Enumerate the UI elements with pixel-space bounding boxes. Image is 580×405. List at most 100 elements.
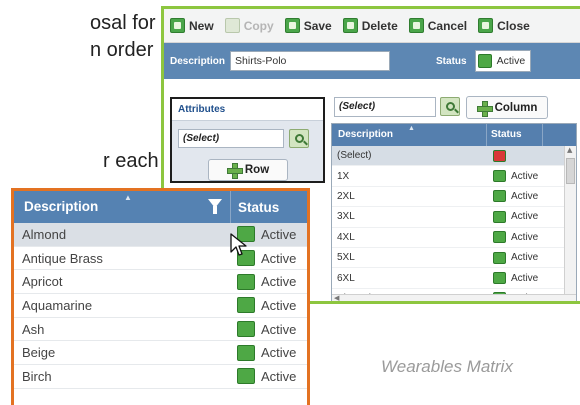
- option-status-label: Active: [511, 170, 539, 182]
- delete-button-label: Delete: [361, 18, 398, 33]
- status-none-icon: [493, 149, 506, 162]
- attributes-panel: Attributes (Select) Row: [170, 97, 325, 183]
- row-description: Birch: [22, 368, 52, 384]
- copy-icon: [224, 18, 240, 33]
- dropdown-option[interactable]: (Select): [332, 146, 576, 167]
- close-button-label: Close: [497, 18, 530, 33]
- sort-ascending-icon: ▲: [408, 125, 415, 132]
- option-description: 1X: [337, 170, 350, 182]
- column-attribute-select[interactable]: (Select): [334, 97, 436, 117]
- description-bar: Description Shirts-Polo Status Active: [164, 43, 580, 79]
- dropdown-option[interactable]: 4XL Active: [332, 228, 576, 248]
- new-button[interactable]: New: [170, 18, 214, 33]
- option-description: 6XL: [337, 272, 355, 284]
- status-active-icon: [477, 54, 492, 68]
- copy-button[interactable]: Copy: [224, 18, 274, 33]
- scroll-up-icon[interactable]: ▲: [567, 146, 572, 154]
- scrollbar-thumb[interactable]: [566, 158, 575, 184]
- zoomed-grid-panel: ▲ Description Status Almond Active Antique…: [11, 188, 310, 405]
- status-label: Status: [436, 55, 467, 67]
- table-row[interactable]: Beige Active: [14, 341, 307, 366]
- option-status: Active: [487, 251, 557, 264]
- row-status: Active: [231, 273, 297, 290]
- dropdown-list: (Select) 1X Active 2XL Active 3XL Active 4XL Act…: [332, 146, 576, 301]
- plus-icon: [476, 100, 493, 117]
- option-status-label: Active: [511, 190, 539, 202]
- horizontal-scrollbar[interactable]: ◀: [332, 294, 576, 301]
- option-status: Active: [487, 272, 557, 285]
- description-field[interactable]: Shirts-Polo: [230, 51, 391, 71]
- option-description: (Select): [337, 150, 372, 162]
- option-status-label: Active: [511, 252, 539, 264]
- status-active-icon: [237, 273, 255, 290]
- option-status: Active: [487, 190, 557, 203]
- save-button-label: Save: [303, 18, 332, 33]
- row-status: Active: [231, 297, 296, 314]
- row-description: Antique Brass: [22, 250, 103, 266]
- option-status: Active: [487, 210, 557, 223]
- dropdown-option[interactable]: 2XL Active: [332, 187, 576, 208]
- add-column-button[interactable]: Column: [466, 96, 548, 119]
- background-text-line: r each: [103, 150, 159, 172]
- column-header-description[interactable]: ▲ Description: [332, 124, 487, 146]
- figure-caption: Wearables Matrix: [381, 357, 513, 376]
- row-description: Beige: [22, 345, 56, 361]
- row-search-button[interactable]: [289, 129, 309, 148]
- status-field[interactable]: Active: [474, 50, 531, 72]
- row-description: Apricot: [22, 274, 63, 290]
- filter-icon[interactable]: [208, 199, 222, 215]
- option-status-label: Active: [511, 272, 539, 284]
- column-header-status[interactable]: Status: [231, 192, 286, 223]
- column-options-dropdown: ▲ Description Status (Select) 1X Active 2XL…: [331, 123, 577, 301]
- status-active-icon: [237, 297, 255, 314]
- toolbar: New Copy Save Delete Cancel Close: [164, 9, 580, 43]
- save-button[interactable]: Save: [284, 18, 332, 33]
- table-row[interactable]: Aquamarine Active: [14, 294, 307, 318]
- search-icon: [445, 102, 455, 111]
- column-search-button[interactable]: [440, 97, 460, 116]
- row-attribute-select[interactable]: (Select): [178, 129, 284, 148]
- dropdown-option[interactable]: 3XL Active: [332, 207, 576, 228]
- dropdown-option[interactable]: 6XL Active: [332, 268, 576, 289]
- option-description: 2XL: [337, 190, 355, 202]
- search-icon: [294, 134, 304, 143]
- row-status-label: Active: [261, 345, 297, 361]
- mouse-pointer-icon: [230, 233, 247, 256]
- status-active-icon: [493, 272, 506, 285]
- table-row[interactable]: Apricot Active: [14, 270, 307, 295]
- row-status-label: Active: [261, 274, 297, 290]
- table-row[interactable]: Ash Active: [14, 318, 307, 342]
- new-button-label: New: [189, 18, 214, 33]
- column-header-label: Description: [24, 199, 99, 214]
- row-status: Active: [231, 368, 296, 385]
- dropdown-header: ▲ Description Status: [332, 124, 576, 146]
- close-button[interactable]: Close: [478, 18, 530, 33]
- status-active-icon: [493, 190, 506, 203]
- status-active-icon: [493, 251, 506, 264]
- row-status: Active: [231, 344, 297, 361]
- cancel-button[interactable]: Cancel: [408, 18, 467, 33]
- column-header-status[interactable]: Status: [487, 124, 543, 146]
- table-row[interactable]: Antique Brass Active: [14, 247, 307, 271]
- row-status: Active: [231, 321, 296, 338]
- status-active-icon: [493, 170, 506, 183]
- option-status: Active: [487, 231, 557, 244]
- option-status-label: Active: [511, 231, 539, 243]
- add-row-button[interactable]: Row: [208, 159, 288, 181]
- sort-ascending-icon: ▲: [124, 193, 132, 202]
- plus-icon: [226, 163, 243, 179]
- dropdown-option[interactable]: 5XL Active: [332, 248, 576, 269]
- option-description: 3XL: [337, 211, 355, 223]
- dropdown-option[interactable]: 1X Active: [332, 166, 576, 187]
- attributes-title: Attributes: [172, 99, 323, 121]
- column-header-description[interactable]: ▲ Description: [14, 191, 231, 223]
- table-row[interactable]: Almond Active: [14, 223, 307, 247]
- delete-button[interactable]: Delete: [342, 18, 398, 33]
- add-row-label: Row: [244, 164, 270, 176]
- option-status: Active: [487, 170, 557, 183]
- row-description: Almond: [22, 226, 67, 242]
- scroll-left-icon[interactable]: ◀: [334, 294, 339, 301]
- save-icon: [284, 18, 300, 33]
- vertical-scrollbar[interactable]: ▲: [564, 146, 576, 296]
- table-row[interactable]: Birch Active: [14, 365, 307, 389]
